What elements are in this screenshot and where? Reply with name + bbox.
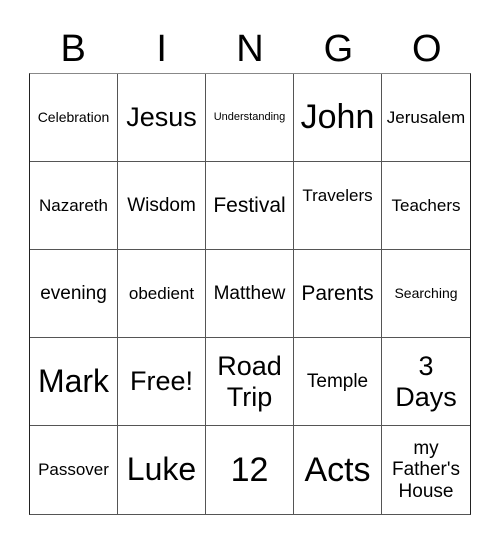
bingo-cell[interactable]: Wisdom [118, 162, 206, 250]
header-letter-n: N [236, 28, 264, 70]
bingo-cell[interactable]: Acts [294, 426, 382, 514]
bingo-cell[interactable]: Passover [30, 426, 118, 514]
bingo-board: Celebration Jesus Understanding John Jer… [29, 73, 471, 515]
bingo-cell[interactable]: Jerusalem [382, 74, 470, 162]
bingo-cell[interactable]: Festival [206, 162, 294, 250]
header-letter-b: B [60, 28, 86, 70]
header-letter-i: I [156, 28, 167, 70]
bingo-cell[interactable]: Matthew [206, 250, 294, 338]
bingo-cell[interactable]: 3 Days [382, 338, 470, 426]
bingo-cell[interactable]: Jesus [118, 74, 206, 162]
bingo-cell[interactable]: Temple [294, 338, 382, 426]
bingo-header: B I N G O [29, 26, 471, 72]
bingo-cell[interactable]: John [294, 74, 382, 162]
bingo-cell[interactable]: Teachers [382, 162, 470, 250]
bingo-cell[interactable]: Nazareth [30, 162, 118, 250]
bingo-cell[interactable]: obedient [118, 250, 206, 338]
bingo-cell[interactable]: Travelers [294, 162, 382, 250]
bingo-cell[interactable]: Searching [382, 250, 470, 338]
bingo-cell[interactable]: Road Trip [206, 338, 294, 426]
bingo-cell[interactable]: Mark [30, 338, 118, 426]
bingo-cell[interactable]: Luke [118, 426, 206, 514]
bingo-cell[interactable]: Parents [294, 250, 382, 338]
free-space-cell[interactable]: Free! [118, 338, 206, 426]
bingo-cell[interactable]: Understanding [206, 74, 294, 162]
header-letter-g: G [323, 28, 354, 70]
header-letter-o: O [412, 28, 442, 70]
bingo-cell[interactable]: 12 [206, 426, 294, 514]
bingo-cell[interactable]: evening [30, 250, 118, 338]
bingo-cell[interactable]: my Father's House [382, 426, 470, 514]
bingo-cell[interactable]: Celebration [30, 74, 118, 162]
